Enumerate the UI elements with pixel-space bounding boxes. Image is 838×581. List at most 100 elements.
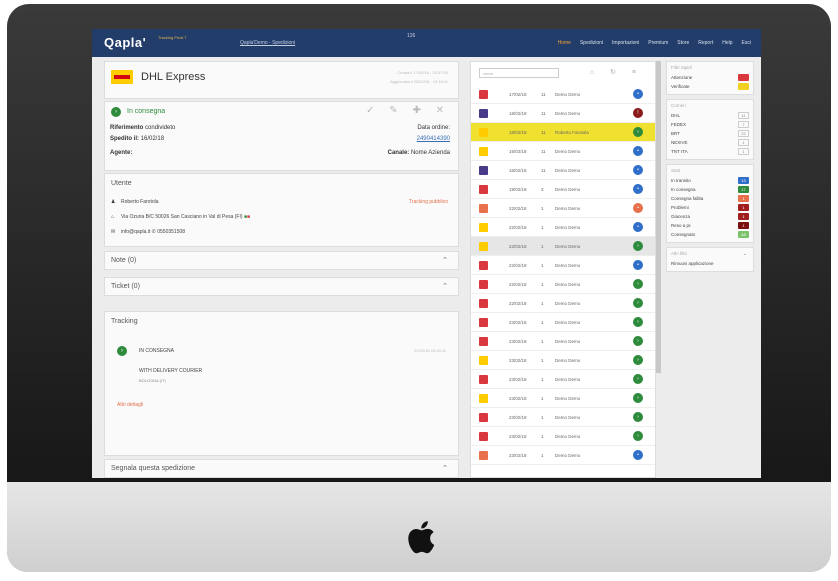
list-item[interactable]: 23/02/18 1 Demo Demo ›	[471, 370, 655, 389]
nav-home[interactable]: Home	[558, 40, 571, 46]
list-item[interactable]: 17/02/18 11 Demo Demo •	[471, 85, 655, 104]
shipment-detail: DHL Express Creata il 17/02/18 - 15:37:0…	[104, 61, 459, 478]
list-item[interactable]: 23/02/18 1 Demo Demo ›	[471, 389, 655, 408]
status-icon: ›	[633, 412, 643, 422]
chevron-up-icon[interactable]: ⌃	[442, 464, 448, 472]
row-name: Demo Demo	[555, 168, 581, 173]
app-logo[interactable]: Qapla'	[104, 35, 146, 50]
courier-filter-item[interactable]: NEXIVE 1	[671, 138, 749, 147]
row-date: 23/02/18	[509, 396, 527, 401]
nav-report[interactable]: Report	[698, 40, 713, 46]
list-item[interactable]: 22/02/18 1 Demo Demo ›	[471, 275, 655, 294]
chevron-up-icon[interactable]: ⌃	[442, 282, 448, 290]
status-filter-item[interactable]: Problemi 1	[671, 203, 749, 212]
list-item[interactable]: 23/02/18 1 Demo Demo ›	[471, 427, 655, 446]
nav-premium[interactable]: Premium	[648, 40, 668, 46]
status-filter-item[interactable]: Giacenza 1	[671, 212, 749, 221]
status-toolbar[interactable]: ✓ ✎ ✚ ✕	[366, 105, 450, 116]
nav-esci[interactable]: Esci	[742, 40, 751, 46]
user-phone[interactable]: 0550351508	[157, 229, 185, 235]
chevron-down-icon[interactable]: ⌄	[743, 251, 747, 257]
list-item[interactable]: 22/02/18 1 Demo Demo ›	[471, 237, 655, 256]
list-item[interactable]: 15/02/18 11 Demo Demo •	[471, 142, 655, 161]
list-item[interactable]: 22/02/18 1 Demo Demo •	[471, 218, 655, 237]
list-item[interactable]: 23/02/18 1 Demo Demo •	[471, 446, 655, 465]
list-item[interactable]: 18/02/18 11 Roberto Farotola ›	[471, 123, 655, 142]
list-item[interactable]: 23/02/18 1 Demo Demo ›	[471, 408, 655, 427]
courier-filters-title: Corrieri	[671, 103, 686, 108]
status-label: In transito	[671, 178, 691, 183]
more-details-link[interactable]: Altri dettagli	[117, 402, 143, 408]
nav-store[interactable]: Store	[677, 40, 689, 46]
row-count: 1	[541, 434, 544, 439]
nav-importazioni[interactable]: Importazioni	[612, 40, 639, 46]
courier-logo-icon	[479, 280, 488, 289]
courier-filter-item[interactable]: DHL 11	[671, 111, 749, 120]
courier-logo-icon	[479, 337, 488, 346]
courier-filter-item[interactable]: FEDEX 7	[671, 120, 749, 129]
tracking-arrow-icon: ›	[117, 346, 127, 356]
status-label: Consegnato	[671, 232, 696, 237]
order-date-link[interactable]: 2490414390	[417, 136, 450, 142]
other-filters-title: Altri filtri ⌄	[671, 251, 749, 256]
row-date: 16/02/18	[509, 168, 527, 173]
row-count: 1	[541, 225, 544, 230]
other-filters[interactable]: Altri filtri ⌄ Rimuovi applicazione	[666, 247, 754, 272]
courier-filter-item[interactable]: TNT ITA 1	[671, 147, 749, 156]
row-name: Demo Demo	[555, 263, 581, 268]
courier-filter-item[interactable]: BRT 22	[671, 129, 749, 138]
list-scrollbar[interactable]	[656, 61, 661, 373]
row-count: 1	[541, 320, 544, 325]
list-toolbar[interactable]: ⌂ ↻ ≡	[590, 68, 643, 76]
status-filter-item[interactable]: Consegna fallita 1	[671, 194, 749, 203]
status-label: Giacenza	[671, 214, 691, 219]
filter-item[interactable]: Attenzione	[671, 73, 749, 82]
courier-logo-icon	[479, 223, 488, 232]
nav-spedizioni[interactable]: Spedizioni	[580, 40, 603, 46]
list-item[interactable]: 22/02/18 1 Demo Demo ›	[471, 294, 655, 313]
chevron-up-icon[interactable]: ⌃	[442, 256, 448, 264]
status-filter-item[interactable]: Reso a pr. 1	[671, 221, 749, 230]
list-item[interactable]: 22/02/18 1 Demo Demo •	[471, 199, 655, 218]
list-item[interactable]: 23/02/18 1 Demo Demo ›	[471, 313, 655, 332]
row-date: 22/02/18	[509, 282, 527, 287]
status-label: Problemi	[671, 205, 689, 210]
status-icon: •	[633, 203, 643, 213]
list-item[interactable]: 22/02/18 1 Demo Demo •	[471, 256, 655, 275]
public-tracking-link[interactable]: Tracking pubblico	[409, 199, 448, 205]
list-item[interactable]: 23/02/18 1 Demo Demo ›	[471, 351, 655, 370]
filter-item[interactable]: Verificate	[671, 82, 749, 91]
remove-filter[interactable]: Rimuovi applicazione	[671, 259, 749, 268]
courier-logo-icon	[479, 413, 488, 422]
status-filter-item[interactable]: Consegnato 48	[671, 230, 749, 239]
user-address-row: ⌂ Via Ozuria B/C 50026 San Casciano in Va…	[111, 214, 250, 220]
report-section[interactable]: Segnala questa spedizione ⌃	[104, 459, 459, 478]
courier-filters: Corrieri DHL 11 FEDEX 7 BRT 22 NEXIVE 1 TNT ITA 1	[666, 99, 754, 160]
notes-section[interactable]: Note (0) ⌃	[104, 251, 459, 270]
ticket-section[interactable]: Ticket (0) ⌃	[104, 277, 459, 296]
row-count: 11	[541, 149, 546, 154]
list-item[interactable]: 16/02/18 11 Demo Demo •	[471, 161, 655, 180]
other-filters-label: Altri filtri	[671, 251, 687, 256]
list-item[interactable]: 23/02/18 1 Demo Demo ›	[471, 332, 655, 351]
user-card: Utente Tracking pubblico ♟ Roberto Faroto…	[104, 173, 459, 247]
user-email[interactable]: info@qapla.it	[121, 229, 150, 235]
row-name: Demo Demo	[555, 92, 581, 97]
status-icon: ›	[633, 279, 643, 289]
search-input[interactable]: cerca	[479, 68, 559, 78]
row-name: Demo Demo	[555, 434, 581, 439]
row-date: 23/02/18	[509, 453, 527, 458]
nav-help[interactable]: Help	[722, 40, 732, 46]
courier-logo-icon	[479, 128, 488, 137]
breadcrumb[interactable]: Qapla'Demo - Spedizioni	[240, 40, 295, 46]
status-filter-item[interactable]: In transito 13	[671, 176, 749, 185]
status-count: 1	[738, 213, 749, 220]
courier-label: BRT	[671, 131, 680, 136]
status-filter-item[interactable]: In consegna 17	[671, 185, 749, 194]
list-item[interactable]: 18/02/18 11 Demo Demo!	[471, 104, 655, 123]
row-date: 22/02/18	[509, 206, 527, 211]
filter-badge	[738, 83, 749, 90]
list-item[interactable]: 19/02/18 3 Demo Demo •	[471, 180, 655, 199]
main-nav: Home Spedizioni Importazioni Premium Sto…	[558, 40, 751, 46]
agent-label: Agente:	[110, 150, 133, 156]
